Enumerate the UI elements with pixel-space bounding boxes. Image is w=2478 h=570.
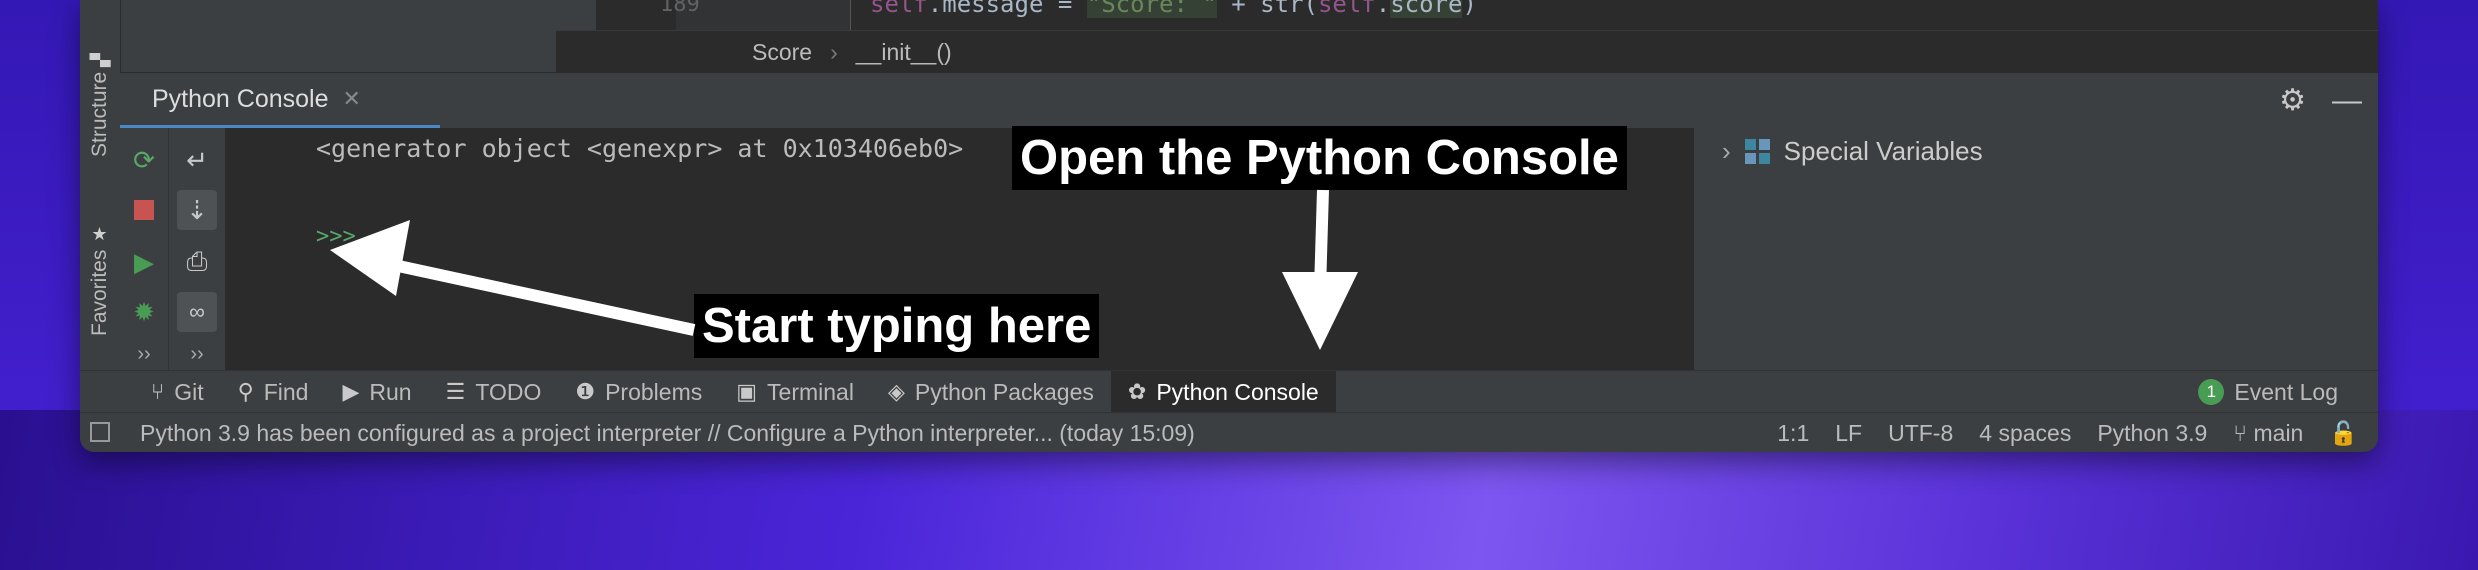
- arrow-to-prompt: [330, 220, 696, 336]
- arrow-to-console-tab: [1282, 189, 1358, 350]
- annotation-arrows: [330, 189, 1358, 350]
